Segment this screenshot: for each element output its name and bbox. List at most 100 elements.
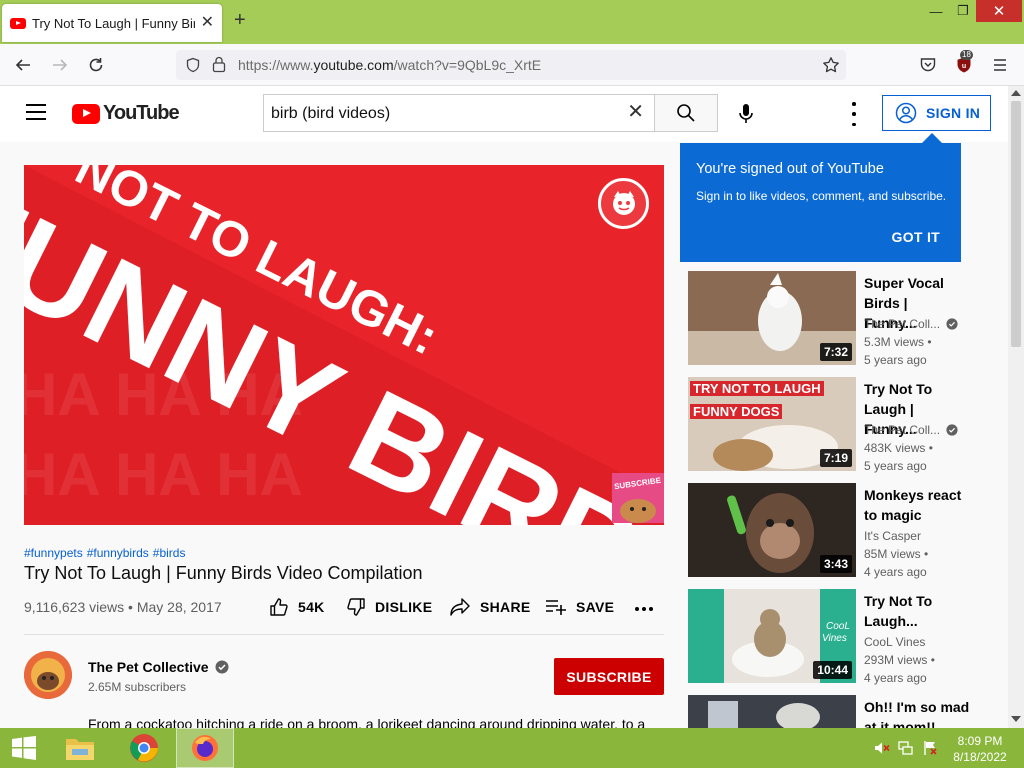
extension-count-badge: 18: [960, 50, 973, 60]
save-button[interactable]: SAVE: [545, 597, 614, 617]
upload-date: May 28, 2017: [136, 599, 222, 615]
thumbs-up-icon: [270, 598, 288, 616]
recommendation-title[interactable]: Monkeys react to magic: [864, 485, 964, 525]
reload-icon: [89, 58, 103, 72]
pocket-button[interactable]: [915, 52, 941, 78]
window-minimize-button[interactable]: —: [922, 0, 950, 22]
recommendation-item[interactable]: 7:32 Super Vocal Birds | Funny... The Pe…: [688, 271, 1008, 367]
windows-logo-icon: [12, 736, 36, 760]
browser-nav-bar: https://www.youtube.com/watch?v=9QbL9c_X…: [0, 44, 1024, 86]
subscribe-end-card[interactable]: SUBSCRIBE: [612, 473, 664, 523]
new-tab-button[interactable]: +: [234, 10, 246, 30]
video-player[interactable]: HA HA HA HA HA HA NOT TO LAUGH: FUNNY BIR…: [24, 165, 664, 525]
got-it-button[interactable]: GOT IT: [892, 229, 940, 245]
svg-text:u: u: [962, 63, 966, 70]
recommendation-item[interactable]: TRY NOT TO LAUGH FUNNY DOGS 7:19 Try Not…: [688, 377, 1008, 473]
firefox-taskbar-button[interactable]: [176, 728, 234, 768]
recommendation-age: 5 years ago: [864, 459, 927, 473]
start-button[interactable]: [0, 728, 48, 768]
tab-close-icon[interactable]: ✕: [201, 15, 214, 31]
bookmark-star-icon[interactable]: [822, 56, 840, 74]
hashtag-link[interactable]: #funnypets: [24, 546, 83, 560]
browser-tab-strip: Try Not To Laugh | Funny Birds ✕ + — ❐ ✕: [0, 0, 1024, 44]
clear-search-icon[interactable]: ✕: [627, 102, 644, 122]
browser-tab-active[interactable]: Try Not To Laugh | Funny Birds ✕: [2, 4, 222, 42]
more-horizontal-icon: [635, 607, 653, 611]
account-circle-icon: [895, 102, 917, 124]
recommendation-thumbnail[interactable]: [688, 695, 856, 728]
video-duration: 7:32: [819, 343, 852, 361]
recommendation-views: 483K views •: [864, 441, 933, 455]
recommendation-channel[interactable]: The Pet Coll...: [864, 317, 958, 331]
shield-icon[interactable]: [185, 57, 201, 73]
recommendation-thumbnail[interactable]: CooL Vines 10:44: [688, 589, 856, 683]
guide-menu-button[interactable]: [26, 104, 46, 120]
back-button[interactable]: [10, 52, 36, 78]
recommendation-item[interactable]: Oh!! I'm so mad at it mom!!: [688, 695, 1008, 728]
recommendation-views: 85M views •: [864, 547, 929, 561]
youtube-play-logo-icon: [72, 103, 100, 124]
file-explorer-taskbar-button[interactable]: [58, 728, 102, 768]
page-scrollbar[interactable]: [1008, 86, 1024, 728]
recommendation-age: 5 years ago: [864, 353, 927, 367]
network-icon: [898, 741, 913, 755]
settings-more-icon[interactable]: [848, 102, 860, 126]
more-actions-button[interactable]: [634, 606, 663, 612]
app-menu-button[interactable]: [987, 52, 1013, 78]
recommendation-channel[interactable]: CooL Vines: [864, 635, 925, 649]
firefox-icon: [192, 735, 218, 761]
video-duration: 10:44: [813, 661, 852, 679]
thumbnail-caption: CooL: [826, 621, 850, 632]
hashtag-link[interactable]: #birds: [153, 546, 186, 560]
recommendation-thumbnail[interactable]: 7:32: [688, 271, 856, 365]
scroll-down-icon[interactable]: [1011, 716, 1021, 722]
share-button[interactable]: SHARE: [449, 597, 531, 617]
system-clock[interactable]: 8:09 PM 8/18/2022: [948, 733, 1012, 765]
recommendation-item[interactable]: 3:43 Monkeys react to magic It's Casper …: [688, 483, 1008, 579]
like-button[interactable]: 54K: [269, 597, 325, 617]
recommendation-title[interactable]: Oh!! I'm so mad at it mom!!: [864, 697, 974, 728]
playlist-add-icon: [546, 600, 566, 615]
verified-check-icon: [946, 318, 958, 330]
network-tray-button[interactable]: [896, 728, 916, 768]
recommendation-item[interactable]: CooL Vines 10:44 Try Not To Laugh... Coo…: [688, 589, 1008, 685]
recommendation-title[interactable]: Try Not To Laugh...: [864, 591, 964, 631]
search-button[interactable]: [654, 94, 718, 132]
sign-in-button[interactable]: SIGN IN: [882, 95, 991, 131]
scrollbar-thumb[interactable]: [1011, 101, 1021, 347]
search-query[interactable]: birb (bird videos): [271, 105, 390, 123]
window-restore-button[interactable]: ❐: [950, 0, 976, 22]
hashtag-link[interactable]: #funnybirds: [87, 546, 149, 560]
address-bar[interactable]: https://www.youtube.com/watch?v=9QbL9c_X…: [176, 50, 846, 80]
dislike-button[interactable]: DISLIKE: [346, 597, 432, 617]
url-text[interactable]: https://www.youtube.com/watch?v=9QbL9c_X…: [238, 57, 541, 73]
recommendation-thumbnail[interactable]: TRY NOT TO LAUGH FUNNY DOGS 7:19: [688, 377, 856, 471]
recommendation-channel[interactable]: It's Casper: [864, 529, 921, 543]
scroll-up-icon[interactable]: [1011, 90, 1021, 96]
volume-muted-icon: [875, 742, 890, 754]
action-center-tray-button[interactable]: [920, 728, 940, 768]
subscribe-button[interactable]: SUBSCRIBE: [554, 658, 664, 695]
dislike-label: DISLIKE: [375, 599, 433, 615]
recommendation-thumbnail[interactable]: 3:43: [688, 483, 856, 577]
video-duration: 3:43: [819, 555, 852, 573]
channel-avatar[interactable]: [24, 651, 72, 699]
voice-search-button[interactable]: [728, 96, 764, 132]
search-input[interactable]: birb (bird videos) ✕: [263, 94, 655, 132]
parrot-thumbnail-image: [688, 695, 856, 728]
chrome-icon: [130, 734, 158, 762]
window-close-button[interactable]: ✕: [976, 0, 1022, 22]
forward-button[interactable]: [47, 52, 73, 78]
pet-collective-watermark: [598, 178, 649, 229]
channel-name[interactable]: The Pet Collective: [88, 659, 229, 675]
video-thumbnail-art: HA HA HAHA HA HA NOT TO LAUGH: FUNNY BIR…: [24, 165, 664, 525]
chrome-taskbar-button[interactable]: [122, 728, 166, 768]
save-label: SAVE: [576, 599, 615, 615]
thumbnail-caption: FUNNY DOGS: [690, 404, 783, 419]
reload-button[interactable]: [83, 52, 109, 78]
lock-icon[interactable]: [212, 56, 226, 73]
channel-avatar-image: [24, 651, 72, 699]
youtube-logo[interactable]: YouTube: [72, 102, 180, 125]
volume-tray-button[interactable]: [872, 728, 892, 768]
recommendation-channel[interactable]: The Pet Coll...: [864, 423, 958, 437]
